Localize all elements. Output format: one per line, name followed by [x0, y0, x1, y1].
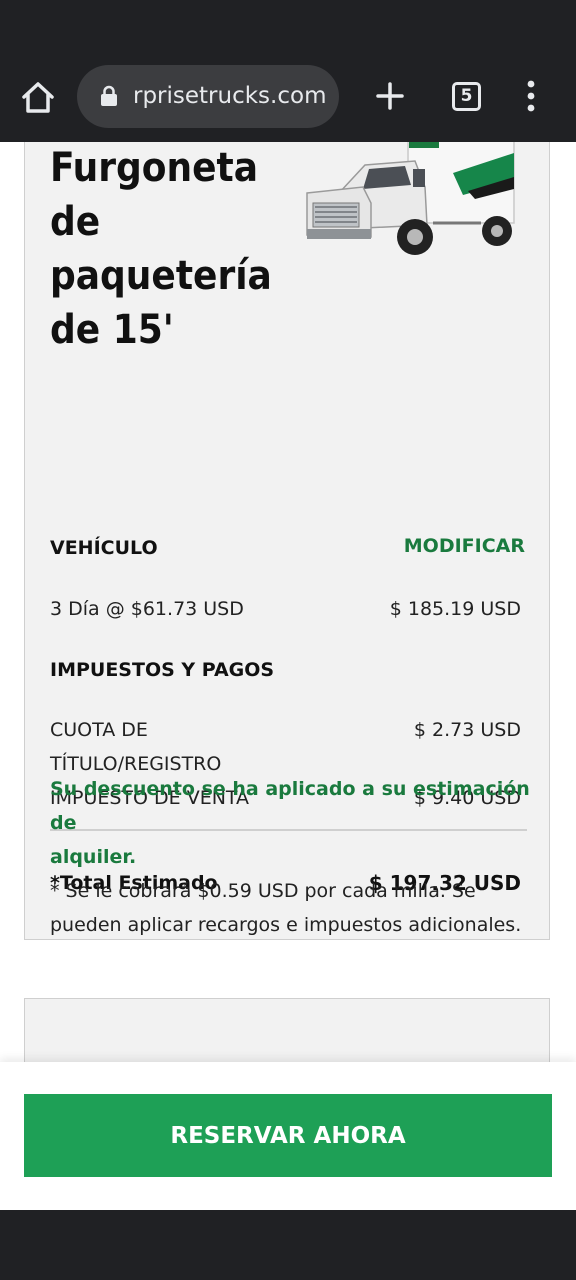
- vehicle-section-header: VEHÍCULO: [50, 537, 158, 559]
- modify-link[interactable]: MODIFICAR: [404, 535, 525, 557]
- mileage-note-line-2: pueden aplicar recargos e impuestos adic…: [50, 914, 522, 936]
- discount-line-2: alquiler.: [50, 846, 137, 868]
- home-icon[interactable]: [18, 78, 58, 118]
- address-bar[interactable]: rprisetrucks.com: [77, 65, 339, 128]
- discount-message: Su descuento se ha aplicado a su estimac…: [50, 772, 550, 942]
- status-bar: [0, 0, 576, 52]
- vehicle-title: Furgoneta de paquetería de 15': [50, 145, 272, 353]
- title-fee-amount: $ 2.73 USD: [413, 719, 521, 741]
- browser-toolbar: rprisetrucks.com 5: [0, 52, 576, 142]
- taxes-section-header: IMPUESTOS Y PAGOS: [50, 659, 275, 681]
- url-text: rprisetrucks.com: [133, 83, 327, 109]
- mileage-note-line-1: * Se le cobrará $0.59 USD por cada milla…: [50, 880, 476, 902]
- next-section-card: [24, 998, 550, 1062]
- truck-image: [303, 142, 527, 263]
- rental-rate-amount: $ 185.19 USD: [389, 598, 521, 620]
- title-fee-label-line1: CUOTA DE: [50, 719, 148, 741]
- rental-rate-label: 3 Día @ $61.73 USD: [50, 598, 244, 620]
- more-menu-icon[interactable]: [521, 79, 541, 115]
- system-nav-bar: [0, 1210, 576, 1280]
- discount-line-1: Su descuento se ha aplicado a su estimac…: [50, 778, 530, 834]
- tab-switcher-button[interactable]: 5: [452, 82, 481, 111]
- new-tab-icon[interactable]: [372, 78, 408, 114]
- lock-icon: [99, 85, 119, 107]
- reserve-now-button[interactable]: RESERVAR AHORA: [24, 1094, 552, 1177]
- sticky-footer: RESERVAR AHORA: [0, 1062, 576, 1210]
